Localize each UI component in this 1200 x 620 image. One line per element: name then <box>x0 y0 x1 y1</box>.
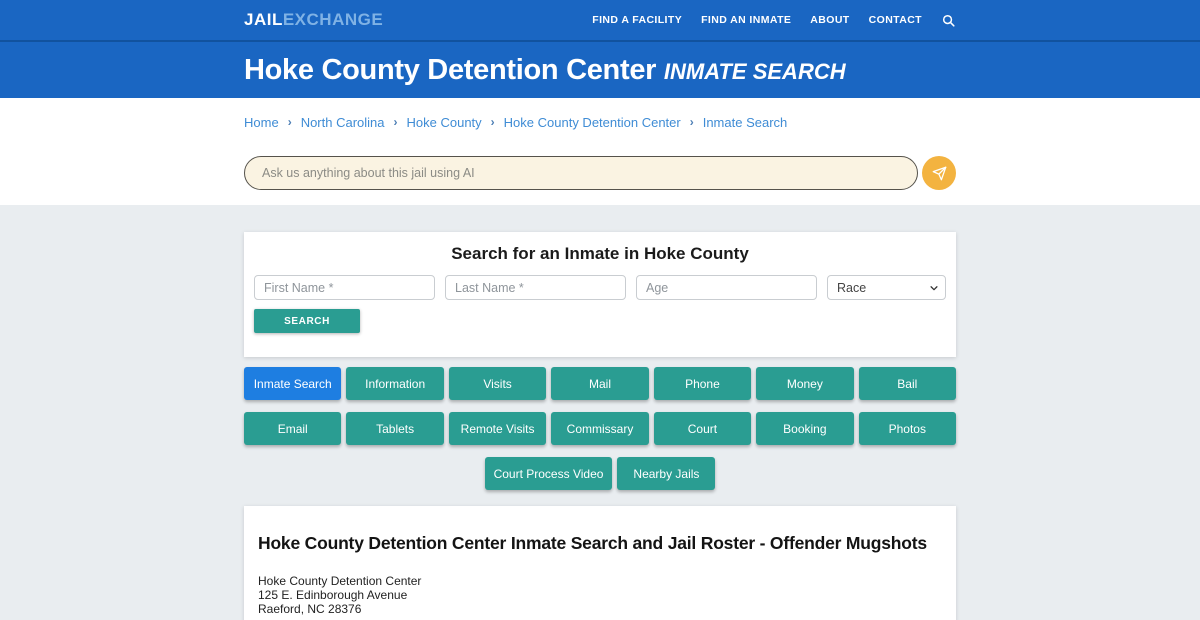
nav-item-about[interactable]: ABOUT <box>810 14 849 26</box>
tab-court[interactable]: Court <box>654 412 751 445</box>
last-name-field[interactable] <box>445 275 626 300</box>
search-fields-row: Race <box>254 275 946 300</box>
chevron-right-icon: › <box>394 115 398 129</box>
paper-plane-icon <box>932 166 947 181</box>
race-select-wrap: Race <box>827 275 946 300</box>
tab-information[interactable]: Information <box>346 367 443 400</box>
top-navbar: JAILEXCHANGE FIND A FACILITY FIND AN INM… <box>0 0 1200 40</box>
page-title-subtitle: INMATE SEARCH <box>664 59 846 84</box>
quick-links-row3: Court Process Video Nearby Jails <box>244 457 956 490</box>
tab-remote-visits[interactable]: Remote Visits <box>449 412 546 445</box>
ai-send-button[interactable] <box>922 156 956 190</box>
tab-inmate-search[interactable]: Inmate Search <box>244 367 341 400</box>
quick-links-grid: Inmate Search Information Visits Mail Ph… <box>244 367 956 445</box>
tab-commissary[interactable]: Commissary <box>551 412 648 445</box>
ai-ask-row <box>244 156 956 190</box>
breadcrumb: Home › North Carolina › Hoke County › Ho… <box>244 115 956 130</box>
chevron-right-icon: › <box>690 115 694 129</box>
logo-exchange-text: EXCHANGE <box>283 10 383 29</box>
tab-phone[interactable]: Phone <box>654 367 751 400</box>
nav-item-find-a-facility[interactable]: FIND A FACILITY <box>592 14 682 26</box>
tab-photos[interactable]: Photos <box>859 412 956 445</box>
breadcrumb-home[interactable]: Home <box>244 115 279 130</box>
main-content: Search for an Inmate in Hoke County Race… <box>0 205 1200 620</box>
tab-nearby-jails[interactable]: Nearby Jails <box>617 457 715 490</box>
facility-name: Hoke County Detention Center <box>258 574 942 588</box>
tab-money[interactable]: Money <box>756 367 853 400</box>
page-header: Hoke County Detention Center INMATE SEAR… <box>0 40 1200 98</box>
page-title: Hoke County Detention Center INMATE SEAR… <box>244 54 956 87</box>
first-name-field[interactable] <box>254 275 435 300</box>
race-select[interactable]: Race <box>827 275 946 300</box>
breadcrumb-facility[interactable]: Hoke County Detention Center <box>504 115 681 130</box>
nav-item-contact[interactable]: CONTACT <box>869 14 922 26</box>
facility-city-state-zip: Raeford, NC 28376 <box>258 602 942 616</box>
tab-email[interactable]: Email <box>244 412 341 445</box>
age-field[interactable] <box>636 275 817 300</box>
breadcrumb-state[interactable]: North Carolina <box>301 115 385 130</box>
nav-menu: FIND A FACILITY FIND AN INMATE ABOUT CON… <box>592 13 956 28</box>
chevron-right-icon: › <box>288 115 292 129</box>
facility-info-card: Hoke County Detention Center Inmate Sear… <box>244 506 956 620</box>
chevron-right-icon: › <box>491 115 495 129</box>
jailexchange-logo[interactable]: JAILEXCHANGE <box>244 10 383 30</box>
nav-item-find-an-inmate[interactable]: FIND AN INMATE <box>701 14 791 26</box>
ai-question-input[interactable] <box>244 156 918 190</box>
breadcrumb-ai-band: Home › North Carolina › Hoke County › Ho… <box>0 98 1200 205</box>
search-icon[interactable] <box>941 13 956 28</box>
search-submit-button[interactable]: SEARCH <box>254 309 360 333</box>
inmate-search-title: Search for an Inmate in Hoke County <box>254 245 946 262</box>
tab-bail[interactable]: Bail <box>859 367 956 400</box>
breadcrumb-county[interactable]: Hoke County <box>407 115 482 130</box>
inmate-search-card: Search for an Inmate in Hoke County Race… <box>244 232 956 357</box>
logo-jail-text: JAIL <box>244 10 283 29</box>
content-heading: Hoke County Detention Center Inmate Sear… <box>258 533 942 554</box>
breadcrumb-current: Inmate Search <box>703 115 788 130</box>
page-title-facility: Hoke County Detention Center <box>244 54 656 86</box>
tab-court-process-video[interactable]: Court Process Video <box>485 457 613 490</box>
tab-booking[interactable]: Booking <box>756 412 853 445</box>
tab-tablets[interactable]: Tablets <box>346 412 443 445</box>
facility-address: 125 E. Edinborough Avenue <box>258 588 942 602</box>
tab-visits[interactable]: Visits <box>449 367 546 400</box>
tab-mail[interactable]: Mail <box>551 367 648 400</box>
